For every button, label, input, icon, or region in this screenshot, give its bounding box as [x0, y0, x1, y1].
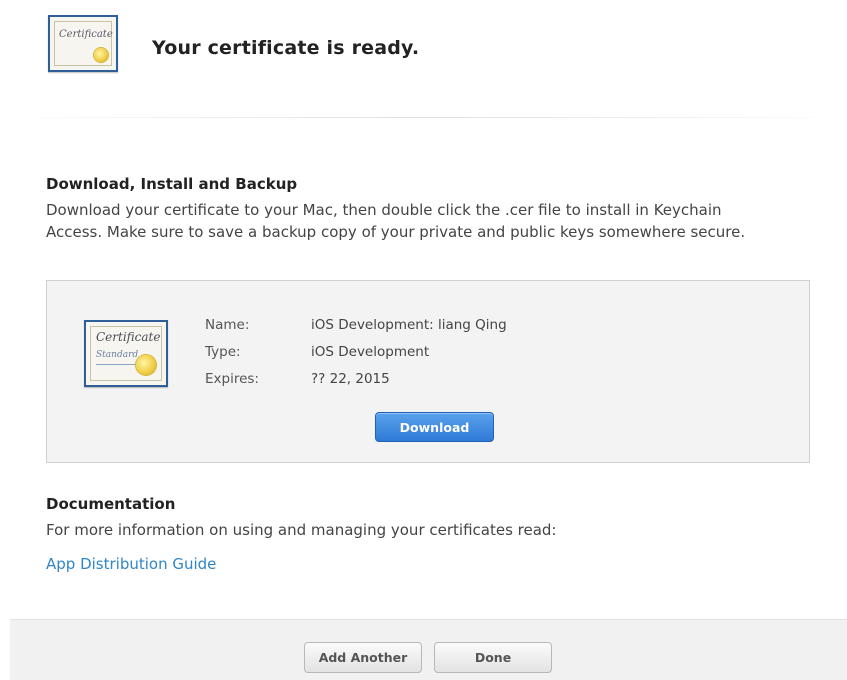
expires-value: ?? 22, 2015: [311, 371, 390, 387]
name-value: iOS Development: liang Qing: [311, 317, 507, 333]
footer-bar: Add Another Done: [10, 619, 847, 680]
certificate-icon-text: Certificate: [59, 29, 113, 40]
page-title: Your certificate is ready.: [152, 37, 420, 59]
expires-label: Expires:: [205, 371, 259, 387]
certificate-details-panel: Certificate Standard Name: iOS Developme…: [46, 280, 810, 463]
type-label: Type:: [205, 344, 241, 360]
certificate-seal-icon: [94, 48, 108, 62]
download-section-heading: Download, Install and Backup: [46, 175, 298, 193]
header-divider: [40, 117, 812, 118]
certificate-standard-seal-icon: [136, 355, 156, 375]
type-value: iOS Development: [311, 344, 430, 360]
download-description-line-2: Access. Make sure to save a backup copy …: [46, 223, 746, 241]
app-distribution-guide-link[interactable]: App Distribution Guide: [46, 555, 216, 573]
certificate-standard-icon-text: Certificate: [96, 330, 161, 344]
name-label: Name:: [205, 317, 250, 333]
add-another-button[interactable]: Add Another: [304, 642, 422, 673]
certificate-standard-icon: Certificate Standard: [84, 320, 168, 387]
download-description-line-1: Download your certificate to your Mac, t…: [46, 201, 722, 219]
documentation-description: For more information on using and managi…: [46, 521, 557, 539]
certificate-standard-icon-subtext: Standard: [96, 350, 139, 360]
documentation-heading: Documentation: [46, 495, 176, 513]
download-button[interactable]: Download: [375, 412, 494, 442]
certificate-icon: Certificate: [48, 15, 118, 72]
done-button[interactable]: Done: [434, 642, 552, 673]
